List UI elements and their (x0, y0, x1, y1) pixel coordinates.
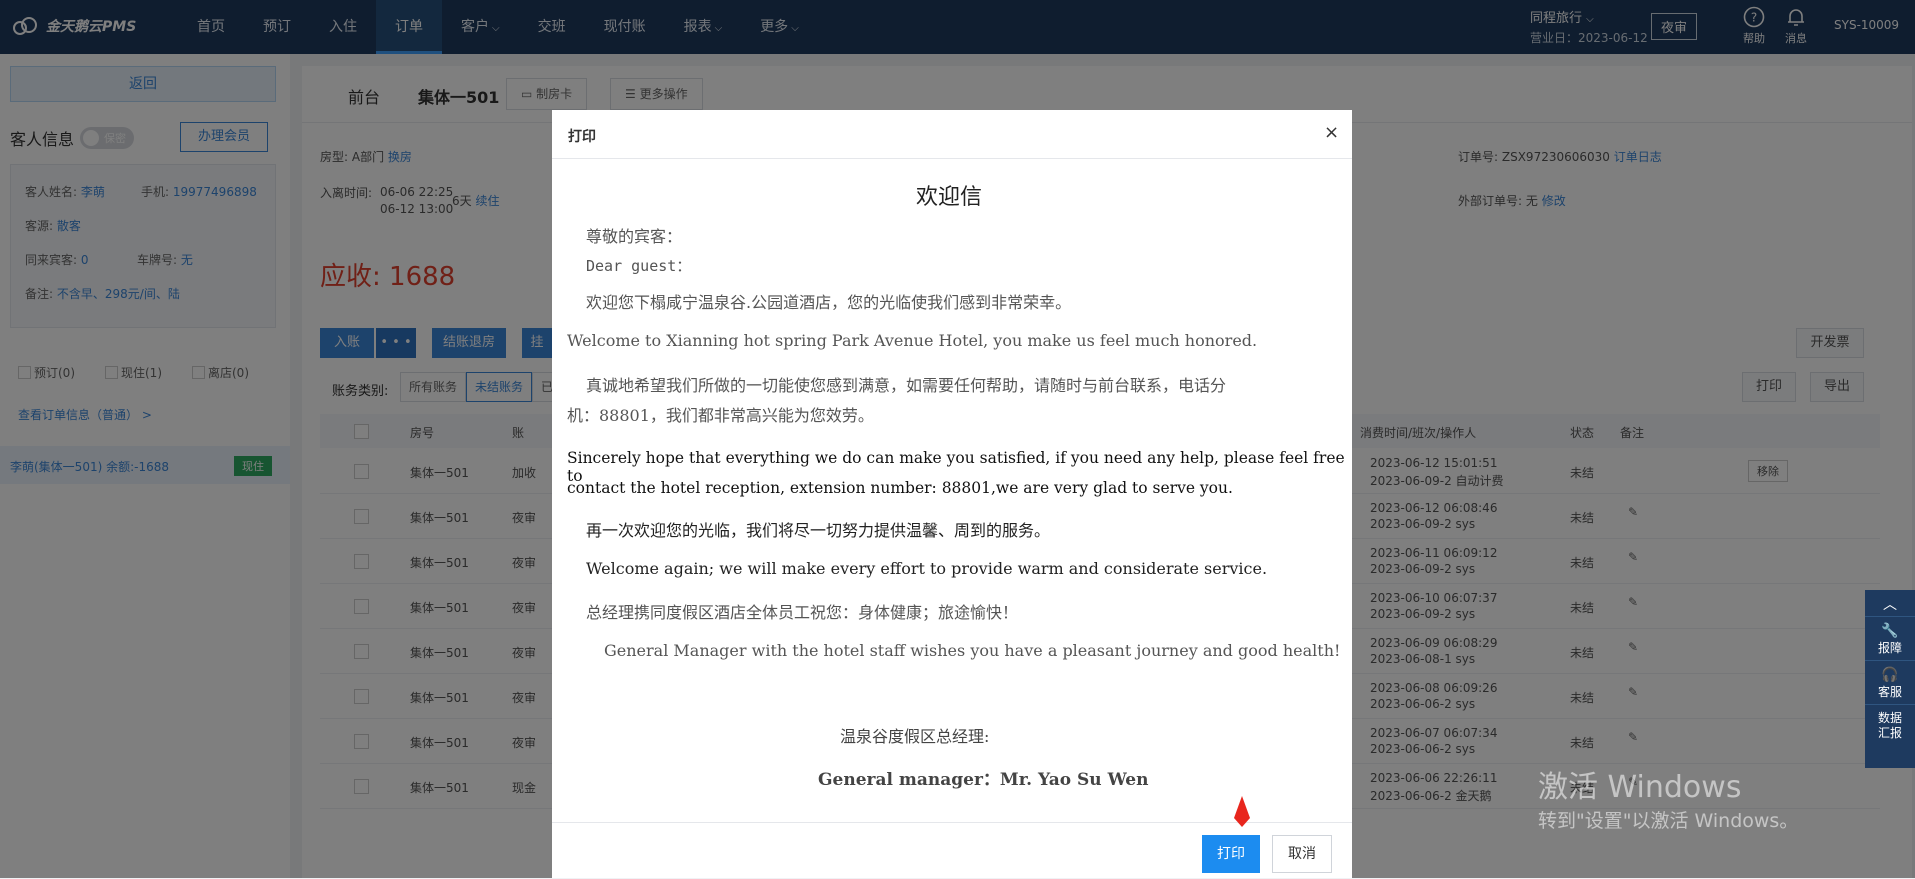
para1-en: Welcome to Xianning hot spring Park Aven… (567, 331, 1258, 350)
data-report-button[interactable]: 数据汇报 (1865, 705, 1915, 745)
float-toolbar: ︿ 🔧 报障 🎧 客服 数据汇报 (1865, 590, 1915, 768)
para3-cn: 再一次欢迎您的光临，我们将尽一切努力提供温馨、周到的服务。 (586, 521, 1051, 540)
para3-en: Welcome again; we will make every effort… (586, 559, 1268, 578)
wrench-icon: 🔧 (1881, 623, 1899, 639)
dialog-header: 打印 × (552, 110, 1352, 159)
letter-title: 欢迎信 (916, 185, 983, 210)
para2-cn-line1: 真诚地希望我们所做的一切能使您感到满意，如需要任何帮助，请随时与前台联系，电话分 (586, 376, 1227, 395)
report-issue-button[interactable]: 🔧 报障 (1865, 617, 1915, 661)
signature-cn: 温泉谷度假区总经理: (840, 727, 990, 746)
signature-en: General manager：Mr. Yao Su Wen (818, 770, 1149, 789)
greeting-en: Dear guest： (586, 257, 692, 275)
close-icon[interactable]: × (1324, 122, 1339, 143)
para4-en: General Manager with the hotel staff wis… (604, 641, 1341, 660)
scroll-top-button[interactable]: ︿ (1865, 590, 1915, 617)
print-dialog: 打印 × 欢迎信 尊敬的宾客： Dear guest： 欢迎您下榻咸宁温泉谷.公… (552, 110, 1352, 878)
report-issue-label: 报障 (1877, 641, 1902, 655)
cancel-button[interactable]: 取消 (1272, 835, 1332, 873)
para1-cn: 欢迎您下榻咸宁温泉谷.公园道酒店，您的光临使我们感到非常荣幸。 (586, 293, 1072, 312)
customer-service-button[interactable]: 🎧 客服 (1865, 661, 1915, 705)
dialog-title: 打印 (568, 129, 596, 145)
windows-activation-watermark: 激活 Windows 转到"设置"以激活 Windows。 (1538, 762, 1798, 833)
watermark-line2: 转到"设置"以激活 Windows。 (1538, 810, 1799, 832)
para4-cn: 总经理携同度假区酒店全体员工祝您：身体健康；旅途愉快！ (586, 603, 1019, 622)
greeting-cn: 尊敬的宾客： (586, 227, 683, 246)
dialog-footer: 打印 取消 (552, 822, 1352, 879)
watermark-line1: 激活 Windows (1538, 770, 1742, 805)
welcome-letter: 欢迎信 尊敬的宾客： Dear guest： 欢迎您下榻咸宁温泉谷.公园道酒店，… (552, 159, 1352, 789)
para2-cn-line2: 机：88801，我们都非常高兴能为您效劳。 (567, 406, 874, 425)
customer-service-label: 客服 (1877, 685, 1902, 699)
para2-en-line2: contact the hotel reception, extension n… (567, 479, 1233, 497)
headset-icon: 🎧 (1881, 667, 1899, 683)
red-arrow-indicator (1234, 796, 1250, 827)
data-report-label: 数据汇报 (1877, 711, 1902, 740)
print-button[interactable]: 打印 (1202, 835, 1260, 873)
